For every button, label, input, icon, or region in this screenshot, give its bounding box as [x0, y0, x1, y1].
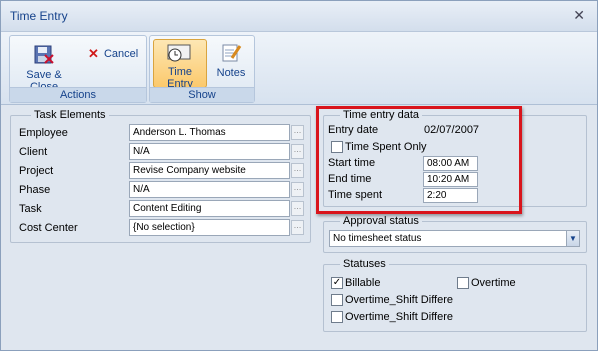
cost-center-browse-button[interactable]: …	[291, 220, 304, 235]
project-label: Project	[19, 165, 54, 177]
approval-status-legend: Approval status	[343, 215, 419, 227]
window-title: Time Entry	[10, 9, 68, 23]
task-elements-legend: Task Elements	[34, 109, 106, 121]
notes-button[interactable]: Notes	[212, 42, 250, 86]
time-spent-field[interactable]: 2:20	[423, 188, 478, 203]
employee-label: Employee	[19, 127, 68, 139]
phase-label: Phase	[19, 184, 51, 196]
title-bar: Time Entry ✕	[1, 1, 597, 32]
ribbon: Save & Close ✕ Cancel Actions Time Entry	[1, 32, 597, 105]
start-time-field[interactable]: 08:00 AM	[423, 156, 478, 171]
ribbon-group-show: Time Entry Notes Show	[149, 35, 255, 103]
task-label: Task	[19, 203, 42, 215]
cost-center-label: Cost Center	[19, 222, 78, 234]
overtime-label: Overtime	[471, 277, 516, 289]
billable-checkbox[interactable]: ✓	[331, 277, 343, 289]
time-spent-only-label: Time Spent Only	[345, 141, 427, 153]
ribbon-group-actions: Save & Close ✕ Cancel Actions	[9, 35, 147, 103]
project-browse-button[interactable]: …	[291, 163, 304, 178]
cancel-button[interactable]: ✕ Cancel	[88, 46, 140, 62]
time-entry-button[interactable]: Time Entry	[153, 39, 207, 90]
task-field[interactable]: Content Editing	[129, 200, 290, 217]
employee-browse-button[interactable]: …	[291, 125, 304, 140]
entry-date-value: 02/07/2007	[424, 124, 480, 136]
approval-status-value: No timesheet status	[333, 233, 422, 244]
cancel-x-icon: ✕	[88, 46, 99, 61]
approval-status-select[interactable]: No timesheet status ▼	[329, 230, 580, 247]
ribbon-group-label-show: Show	[150, 87, 254, 102]
entry-date-label: Entry date	[328, 124, 379, 136]
client-label: Client	[19, 146, 48, 158]
ot-shift-differential-1-label: Overtime_Shift Differential	[345, 294, 453, 306]
employee-field[interactable]: Anderson L. Thomas	[129, 124, 290, 141]
save-icon	[34, 45, 54, 64]
end-time-field[interactable]: 10:20 AM	[423, 172, 478, 187]
close-icon[interactable]: ✕	[573, 7, 585, 24]
time-spent-only-checkbox[interactable]	[331, 141, 343, 153]
client-browse-button[interactable]: …	[291, 144, 304, 159]
cancel-label: Cancel	[103, 48, 139, 60]
notes-label: Notes	[216, 67, 246, 79]
chevron-down-icon[interactable]: ▼	[566, 231, 579, 246]
billable-label: Billable	[345, 277, 381, 289]
end-time-label: End time	[328, 173, 372, 185]
cost-center-field[interactable]: {No selection}	[129, 219, 290, 236]
ot-shift-differential-2-checkbox[interactable]	[331, 311, 343, 323]
save-close-button[interactable]: Save & Close	[16, 44, 72, 93]
statuses-legend: Statuses	[343, 258, 386, 270]
ot-shift-differential-1-checkbox[interactable]	[331, 294, 343, 306]
phase-field[interactable]: N/A	[129, 181, 290, 198]
time-spent-label: Time spent	[328, 189, 383, 201]
ot-shift-differential-2-label: Overtime_Shift Differential	[345, 311, 453, 323]
clock-icon	[167, 44, 191, 62]
project-field[interactable]: Revise Company website	[129, 162, 290, 179]
phase-browse-button[interactable]: …	[291, 182, 304, 197]
task-browse-button[interactable]: …	[291, 201, 304, 216]
overtime-checkbox[interactable]	[457, 277, 469, 289]
ribbon-group-label-actions: Actions	[10, 87, 146, 102]
time-entry-window: Time Entry ✕ Save & Close ✕ Cancel Actio…	[0, 0, 598, 351]
time-entry-data-legend: Time entry data	[343, 109, 420, 121]
client-field[interactable]: N/A	[129, 143, 290, 160]
notes-icon	[222, 44, 242, 62]
start-time-label: Start time	[328, 157, 376, 169]
